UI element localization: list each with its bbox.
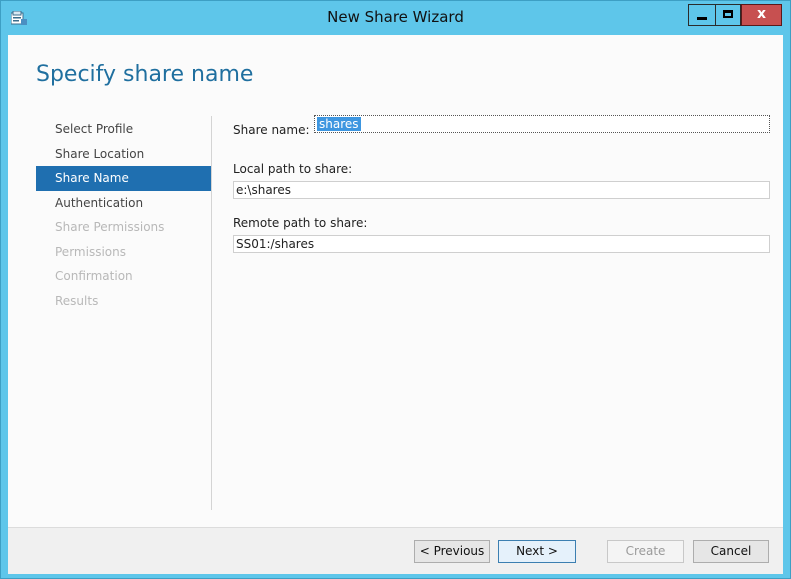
wizard-content: Specify share name Select Profile Share …	[8, 35, 783, 574]
nav-divider	[211, 116, 212, 510]
create-button: Create	[607, 540, 684, 563]
title-bar[interactable]: New Share Wizard x	[1, 1, 790, 35]
wizard-window: New Share Wizard x Specify share name Se…	[0, 0, 791, 579]
nav-item-select-profile[interactable]: Select Profile	[36, 117, 211, 142]
wizard-steps-nav: Select Profile Share Location Share Name…	[36, 117, 211, 313]
local-path-label: Local path to share:	[233, 162, 353, 176]
nav-item-authentication[interactable]: Authentication	[36, 191, 211, 216]
remote-path-label: Remote path to share:	[233, 216, 368, 230]
nav-item-share-location[interactable]: Share Location	[36, 142, 211, 167]
previous-button[interactable]: < Previous	[414, 540, 490, 563]
minimize-button[interactable]	[688, 4, 715, 26]
nav-item-share-name[interactable]: Share Name	[36, 166, 211, 191]
minimize-icon	[697, 17, 707, 20]
nav-item-share-permissions: Share Permissions	[55, 220, 165, 234]
nav-item-results: Results	[55, 293, 99, 308]
next-button[interactable]: Next >	[498, 540, 576, 563]
nav-item-confirmation: Confirmation	[55, 269, 133, 283]
local-path-field[interactable]: e:\shares	[233, 181, 770, 199]
button-bar: < Previous Next > Create Cancel	[8, 527, 783, 574]
cancel-button[interactable]: Cancel	[693, 540, 769, 563]
maximize-icon	[723, 10, 733, 18]
remote-path-field[interactable]: SS01:/shares	[233, 235, 770, 253]
nav-item-permissions: Permissions	[55, 244, 126, 259]
share-name-value: shares	[317, 117, 361, 131]
share-name-input[interactable]: shares	[314, 115, 770, 133]
share-name-label: Share name:	[233, 123, 310, 137]
page-title: Specify share name	[36, 62, 254, 87]
close-icon: x	[756, 6, 767, 22]
close-button[interactable]: x	[741, 4, 782, 26]
maximize-button[interactable]	[715, 4, 741, 26]
window-title: New Share Wizard	[327, 8, 464, 26]
